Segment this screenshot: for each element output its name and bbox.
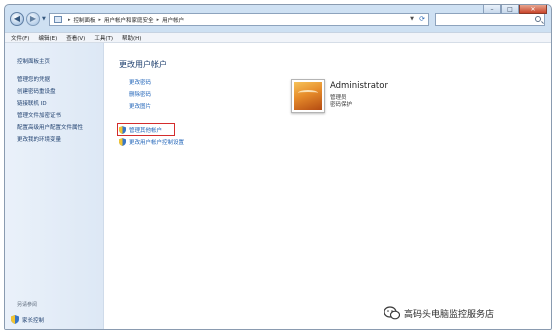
- explorer-window: ◀ ▶ ▼ ▸ 控制面板 ▸ 用户帐户和家庭安全 ▸ 用户帐户 ▼ ⟳ – □ …: [4, 4, 552, 330]
- search-icon[interactable]: [535, 16, 541, 22]
- sidebar-item-advanced-profile-properties[interactable]: 配置高级用户配置文件属性: [17, 123, 83, 131]
- uac-settings-link[interactable]: 更改用户帐户控制设置: [119, 138, 184, 146]
- sidebar-item-environment-variables[interactable]: 更改我的环境变量: [17, 135, 61, 143]
- recent-pages-dropdown-icon[interactable]: ▼: [42, 16, 46, 22]
- uac-shield-icon: [11, 315, 19, 324]
- uac-shield-icon: [119, 138, 126, 146]
- address-bar[interactable]: ▸ 控制面板 ▸ 用户帐户和家庭安全 ▸ 用户帐户 ▼ ⟳: [49, 13, 429, 26]
- manage-other-accounts-link[interactable]: 管理其他帐户: [119, 126, 162, 134]
- window-controls: – □ ✕: [483, 5, 547, 14]
- breadcrumb-separator-icon[interactable]: ▸: [68, 17, 71, 23]
- menu-tools[interactable]: 工具(T): [94, 34, 113, 42]
- content-area: 控制面板主页 管理您的凭据 创建密码重设盘 链接联机 ID 管理文件加密证书 配…: [5, 43, 551, 329]
- sidebar-item-link-online-id[interactable]: 链接联机 ID: [17, 99, 47, 107]
- menu-bar: 文件(F) 编辑(E) 查看(V) 工具(T) 帮助(H): [5, 32, 551, 43]
- menu-help[interactable]: 帮助(H): [122, 34, 141, 42]
- parental-controls-label: 家长控制: [22, 317, 45, 324]
- sidebar-item-control-panel-home[interactable]: 控制面板主页: [17, 57, 50, 65]
- search-input[interactable]: [435, 13, 545, 26]
- account-card: Administrator 管理员 密码保护: [291, 79, 411, 119]
- manage-other-accounts-label: 管理其他帐户: [129, 128, 163, 134]
- back-arrow-icon[interactable]: ◀: [10, 12, 24, 26]
- flower-avatar-image: [294, 82, 322, 110]
- change-password-link[interactable]: 更改密码: [129, 78, 151, 86]
- see-also-heading: 另请参阅: [17, 302, 38, 308]
- control-panel-icon: [54, 16, 62, 23]
- menu-file[interactable]: 文件(F): [11, 34, 29, 42]
- refresh-icon[interactable]: ⟳: [419, 15, 425, 23]
- sidebar: 控制面板主页 管理您的凭据 创建密码重设盘 链接联机 ID 管理文件加密证书 配…: [5, 43, 104, 329]
- menu-edit[interactable]: 编辑(E): [38, 34, 57, 42]
- breadcrumb-separator-icon[interactable]: ▸: [157, 17, 160, 23]
- breadcrumb-user-accounts-family[interactable]: 用户帐户和家庭安全: [104, 16, 154, 24]
- breadcrumb-separator-icon[interactable]: ▸: [99, 17, 102, 23]
- forward-arrow-icon[interactable]: ▶: [26, 12, 40, 26]
- breadcrumb-user-accounts[interactable]: 用户帐户: [162, 16, 184, 24]
- account-name: Administrator: [330, 81, 388, 91]
- watermark-text: 高码头电脑监控服务店: [404, 309, 495, 320]
- sidebar-item-password-reset-disk[interactable]: 创建密码重设盘: [17, 87, 56, 95]
- page-title: 更改用户帐户: [119, 60, 167, 69]
- breadcrumb-control-panel[interactable]: 控制面板: [74, 16, 96, 24]
- watermark: 高码头电脑监控服务店: [384, 306, 494, 320]
- menu-view[interactable]: 查看(V): [66, 34, 85, 42]
- minimize-button[interactable]: –: [483, 5, 501, 14]
- wechat-logo-icon: [384, 306, 400, 320]
- change-picture-link[interactable]: 更改图片: [129, 102, 151, 110]
- remove-password-link[interactable]: 删除密码: [129, 90, 151, 98]
- close-button[interactable]: ✕: [519, 5, 547, 14]
- sidebar-item-parental-controls[interactable]: 家长控制: [11, 315, 44, 324]
- main-panel: 更改用户帐户 更改密码 删除密码 更改图片 管理其他帐户 更改用户帐户控制设置: [115, 43, 551, 329]
- address-dropdown-icon[interactable]: ▼: [410, 16, 414, 22]
- title-nav-row: ◀ ▶ ▼ ▸ 控制面板 ▸ 用户帐户和家庭安全 ▸ 用户帐户 ▼ ⟳ – □ …: [5, 5, 551, 32]
- sidebar-item-file-encryption-certs[interactable]: 管理文件加密证书: [17, 111, 61, 119]
- uac-shield-icon: [119, 126, 126, 134]
- sidebar-item-manage-credentials[interactable]: 管理您的凭据: [17, 75, 50, 83]
- uac-settings-label: 更改用户帐户控制设置: [129, 140, 185, 146]
- maximize-button[interactable]: □: [501, 5, 519, 14]
- account-password-state: 密码保护: [330, 102, 353, 108]
- avatar[interactable]: [291, 79, 325, 113]
